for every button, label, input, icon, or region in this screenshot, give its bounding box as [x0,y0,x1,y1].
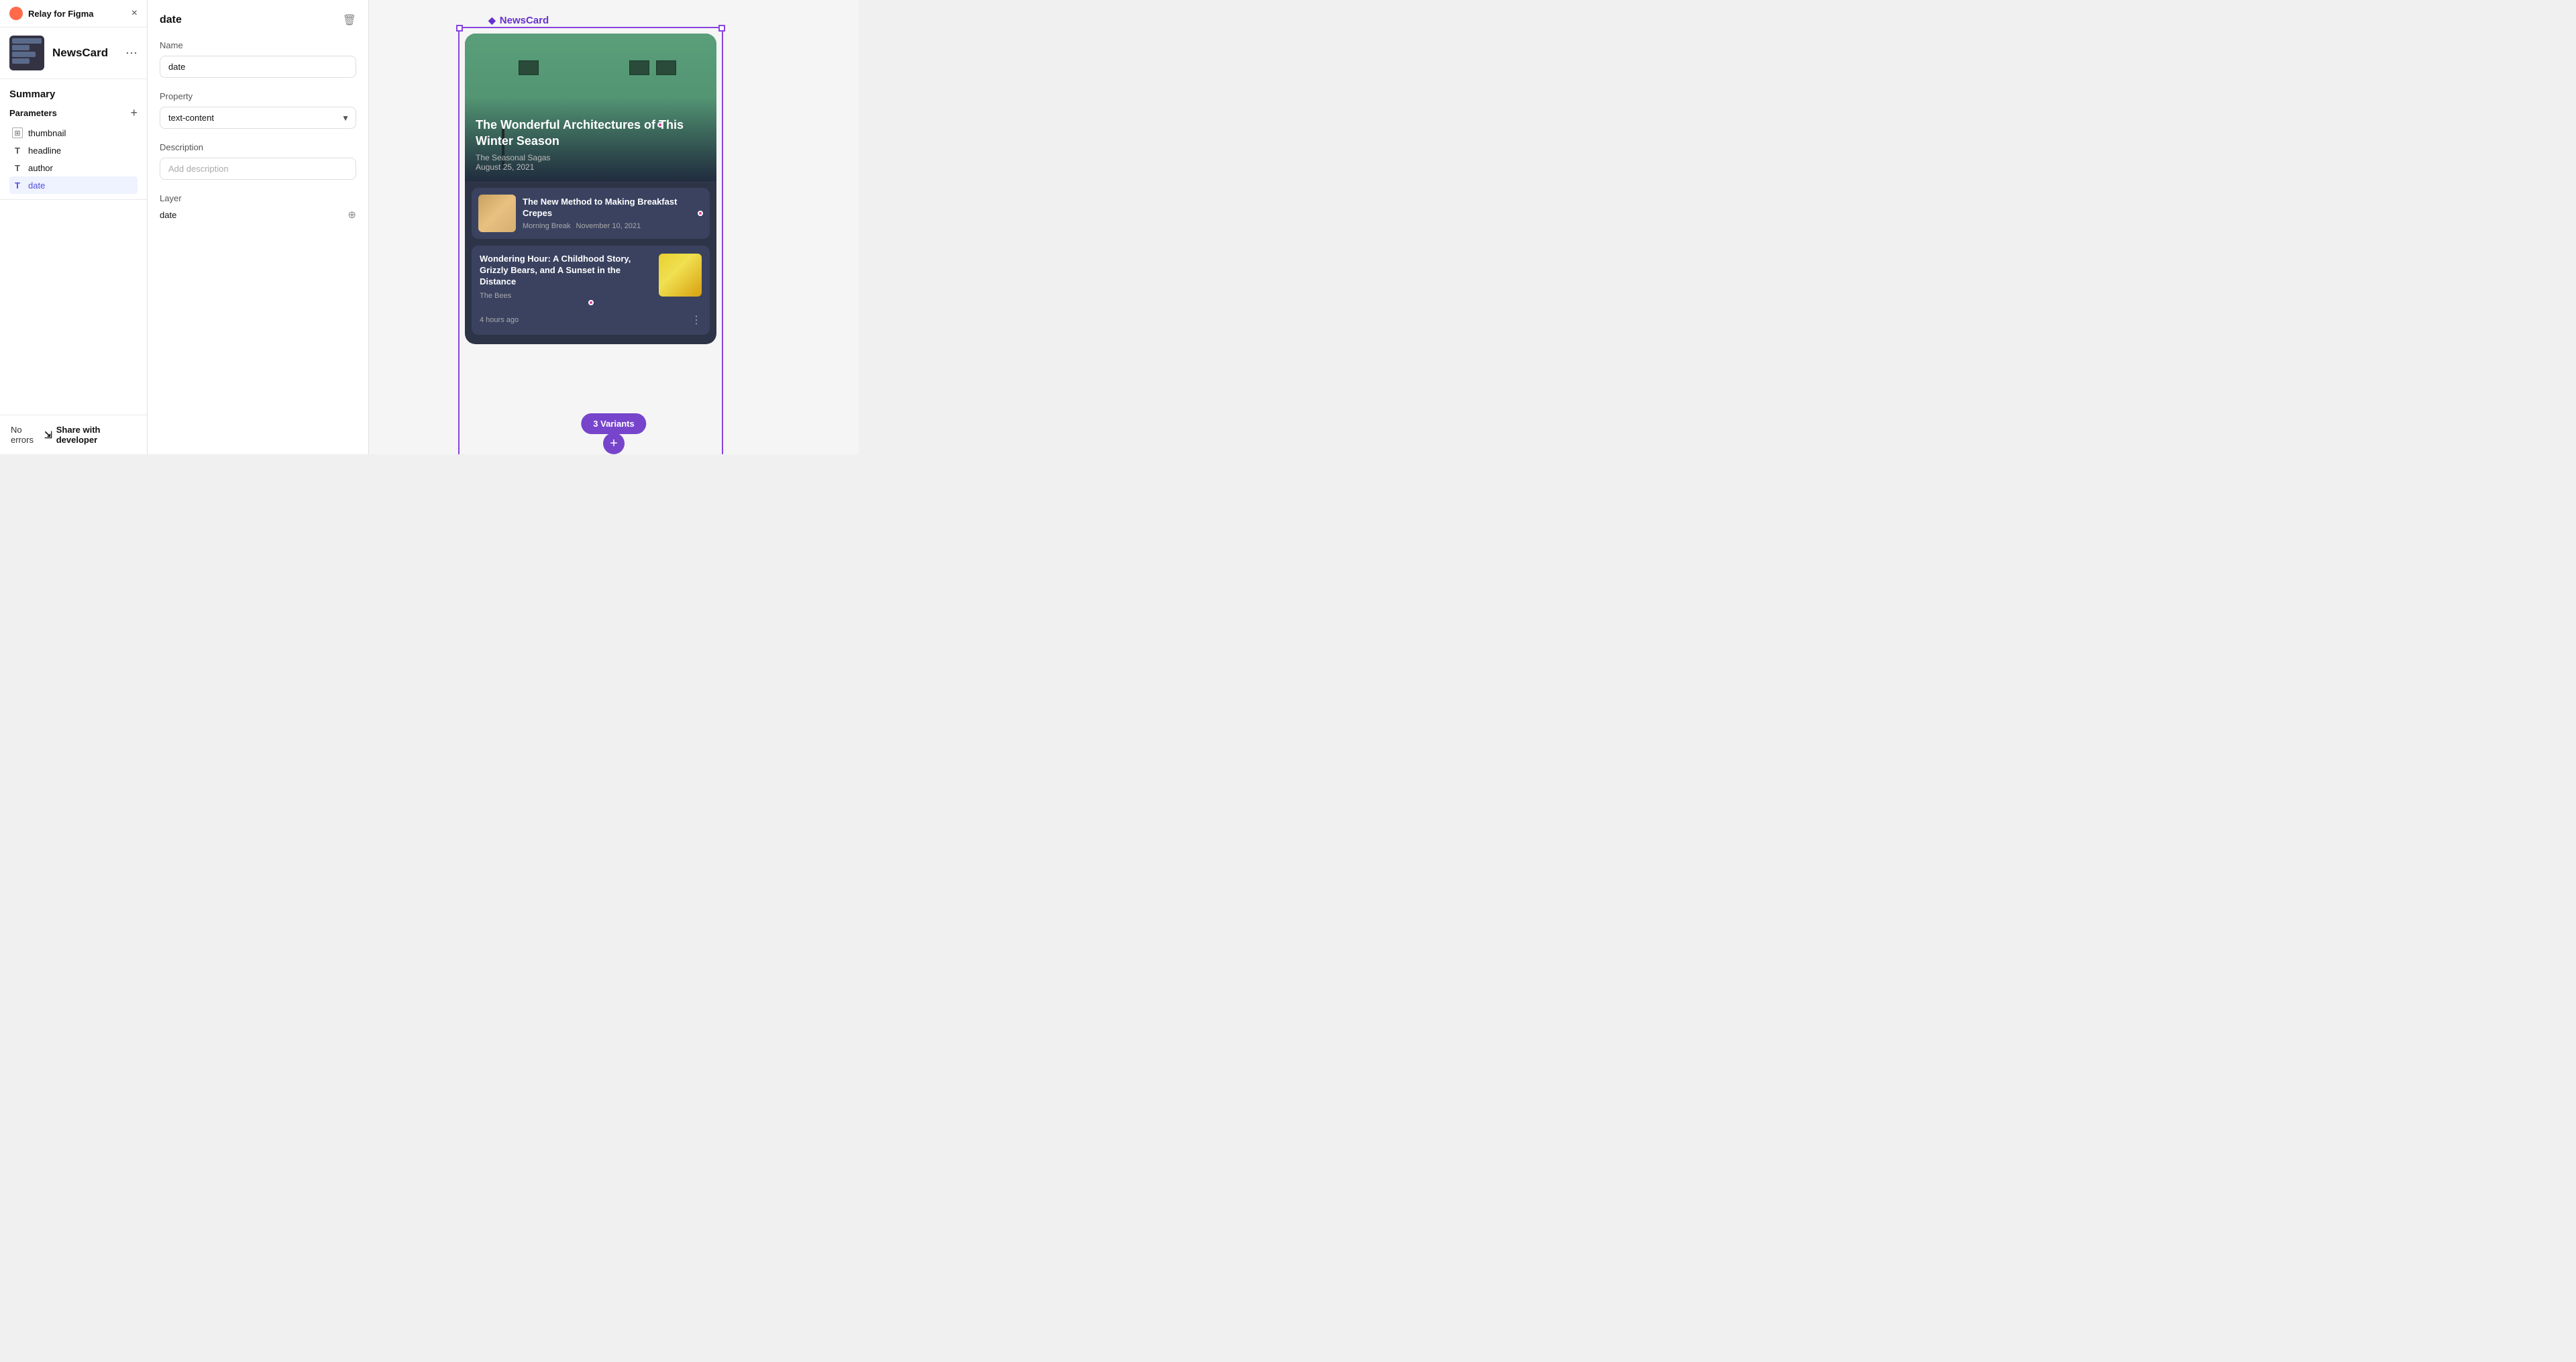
close-button[interactable]: × [131,8,138,19]
param-thumbnail[interactable]: ⊞ thumbnail [9,124,138,142]
second-article: The New Method to Making Breakfast Crepe… [472,188,710,239]
third-article-thumb [659,254,702,297]
time-ago: 4 hours ago [480,316,519,324]
top-article-headline: The Wonderful Architectures of This Wint… [476,117,706,149]
property-select-wrapper: text-content font-size visibility src ▼ [160,107,356,129]
second-article-source: Morning Break [523,222,571,230]
window-2 [656,60,676,75]
top-article-date: August 25, 2021 [476,162,706,172]
thumb-bar-4 [12,58,30,64]
thumb-bar-1 [12,38,42,44]
newscard-component: The Wonderful Architectures of This Wint… [465,34,716,344]
second-article-thumb [478,195,516,232]
delete-button[interactable]: 🗑 [343,13,356,27]
share-label: Share with developer [56,425,136,445]
newscard-canvas-label: ◆ NewsCard [488,15,549,26]
thumb-bar-2 [12,45,30,50]
third-article-footer: 4 hours ago ⋮ [480,313,702,327]
field-name-title: date [160,14,182,26]
target-icon[interactable]: ⊕ [347,209,356,221]
component-header: NewsCard ⋯ [0,28,147,79]
second-article-headline: The New Method to Making Breakfast Crepe… [523,197,691,219]
name-input[interactable] [160,56,356,78]
field-header: date 🗑 [160,13,356,27]
food-image [478,195,516,232]
no-errors-status: No errors [11,425,44,445]
parameters-header: Parameters + [9,107,138,119]
param-thumbnail-label: thumbnail [28,128,66,138]
add-variant-button[interactable]: + [603,433,625,454]
more-button[interactable]: ⋯ [125,46,138,60]
share-with-developer-button[interactable]: ⇲ Share with developer [44,425,136,445]
layer-field-row: Layer date ⊕ [160,193,356,221]
summary-title: Summary [9,89,138,100]
second-article-date: November 10, 2021 [576,222,641,230]
third-article-row: Wondering Hour: A Childhood Story, Grizz… [480,254,702,300]
third-article-headline: Wondering Hour: A Childhood Story, Grizz… [480,254,652,288]
interactive-dot-top [657,122,663,127]
second-article-meta: Morning Break November 10, 2021 [523,222,691,230]
parameters-label: Parameters [9,108,57,118]
newscard-label-text: NewsCard [500,15,549,26]
canvas-area: ◆ NewsCard The Wonderful Architectures o… [369,0,859,454]
add-parameter-button[interactable]: + [130,107,138,119]
description-field-row: Description [160,142,356,180]
handle-top-right [718,25,725,32]
summary-section: Summary Parameters + ⊞ thumbnail T headl… [0,79,147,200]
third-article: Wondering Hour: A Childhood Story, Grizz… [472,246,710,335]
layer-label: Layer [160,193,356,203]
top-article: The Wonderful Architectures of This Wint… [465,34,716,181]
layer-value: date [160,210,176,220]
property-label: Property [160,91,356,101]
layer-row: date ⊕ [160,209,356,221]
thumb-bar-3 [12,52,36,57]
bottom-bar: No errors ⇲ Share with developer [0,415,147,454]
left-panel: Relay for Figma × NewsCard ⋯ Summary Par… [0,0,148,454]
third-article-source: The Bees [480,292,652,300]
image-icon: ⊞ [12,127,23,138]
top-article-source: The Seasonal Sagas [476,153,706,162]
interactive-dot-second [698,211,703,216]
component-name: NewsCard [52,46,117,60]
third-article-text: Wondering Hour: A Childhood Story, Grizz… [480,254,652,300]
description-input[interactable] [160,158,356,180]
param-headline[interactable]: T headline [9,142,138,159]
text-icon-author: T [12,162,23,173]
middle-panel: date 🗑 Name Property text-content font-s… [148,0,369,454]
interactive-dot-third [588,300,594,305]
more-options-button[interactable]: ⋮ [691,313,702,327]
share-icon: ⇲ [44,429,52,441]
name-field-row: Name [160,40,356,78]
window-1 [519,60,539,75]
variants-button[interactable]: 3 Variants [581,413,646,434]
param-author-label: author [28,163,53,173]
top-article-overlay: The Wonderful Architectures of This Wint… [465,97,716,181]
window-3 [629,60,649,75]
name-label: Name [160,40,356,50]
param-date[interactable]: T date [9,176,138,194]
param-date-label: date [28,180,45,191]
component-thumbnail [9,36,44,70]
text-icon-date: T [12,180,23,191]
panel-header: Relay for Figma × [0,0,147,28]
property-field-row: Property text-content font-size visibili… [160,91,356,129]
property-select[interactable]: text-content font-size visibility src [160,107,356,129]
second-article-text: The New Method to Making Breakfast Crepe… [523,197,691,230]
text-icon-headline: T [12,145,23,156]
relay-logo-icon [9,7,23,20]
diamond-icon: ◆ [488,15,496,26]
param-author[interactable]: T author [9,159,138,176]
description-label: Description [160,142,356,152]
param-headline-label: headline [28,146,61,156]
app-title: Relay for Figma [28,9,126,19]
handle-top-left [456,25,463,32]
